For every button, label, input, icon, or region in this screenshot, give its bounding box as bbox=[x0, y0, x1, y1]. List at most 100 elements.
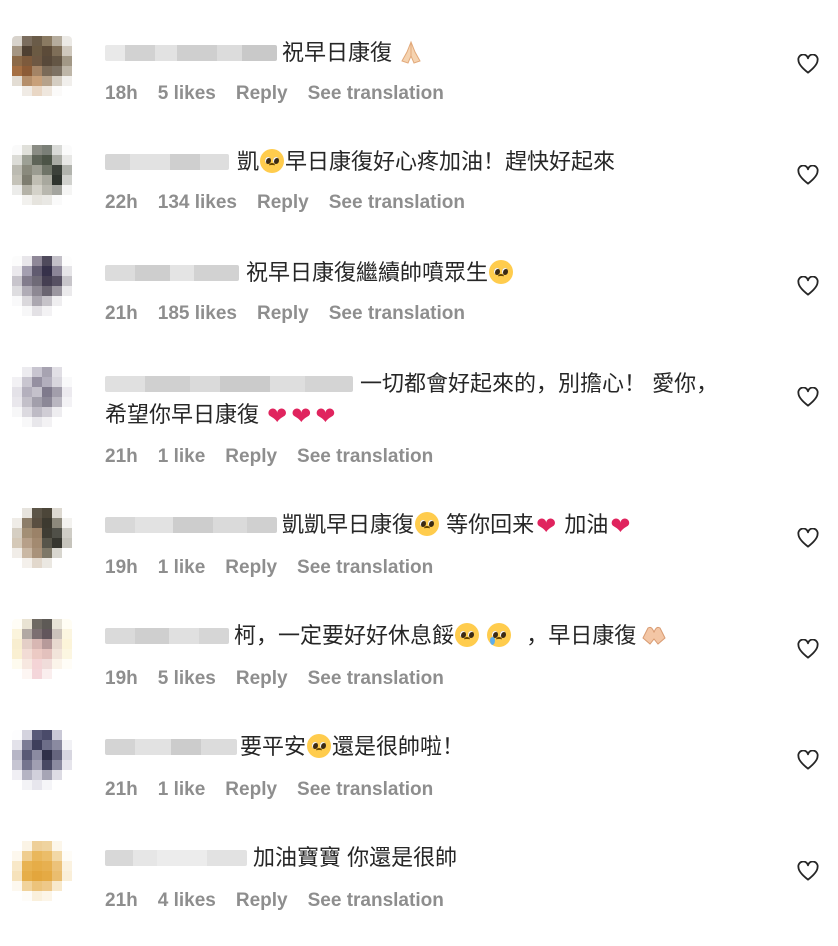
username[interactable] bbox=[105, 376, 353, 392]
comment-meta: 22h 134 likes Reply See translation bbox=[105, 191, 485, 215]
comment-text-main: 要平安 bbox=[240, 734, 307, 759]
heart-outline-icon[interactable] bbox=[797, 639, 819, 659]
comment-meta: 18h 5 likes Reply See translation bbox=[105, 82, 464, 106]
comment-text: 凱早日康復好心疼加油！趕快好起來 bbox=[237, 147, 615, 177]
comment-text-rest: 希望你早日康復 bbox=[105, 402, 260, 427]
reply-button[interactable]: Reply bbox=[236, 889, 288, 913]
reply-button[interactable]: Reply bbox=[236, 667, 288, 691]
see-translation-button[interactable]: See translation bbox=[329, 302, 465, 326]
see-translation-button[interactable]: See translation bbox=[297, 445, 433, 469]
comment-time: 19h bbox=[105, 668, 138, 689]
pleading-face-icon bbox=[489, 260, 514, 284]
pleading-face-icon bbox=[260, 149, 285, 173]
like-count[interactable]: 5 likes bbox=[158, 667, 216, 691]
see-translation-button[interactable]: See translation bbox=[297, 778, 433, 802]
reply-button[interactable]: Reply bbox=[257, 302, 309, 326]
username[interactable] bbox=[105, 628, 229, 644]
avatar[interactable] bbox=[12, 256, 72, 316]
like-count[interactable]: 1 like bbox=[158, 778, 206, 802]
like-count[interactable]: 1 like bbox=[158, 445, 206, 469]
crying-face-icon bbox=[487, 623, 512, 647]
comment-meta: 21h 1 like Reply See translation bbox=[105, 445, 453, 469]
see-translation-button[interactable]: See translation bbox=[329, 191, 465, 215]
comment-text-main: 祝早日康復 bbox=[282, 40, 393, 65]
comment-text-main: 祝早日康復繼續帥噴眾生 bbox=[246, 260, 489, 285]
comment-text-rest: 還是很帥啦！ bbox=[332, 734, 465, 759]
comment-text-main: 凱凱早日康復 bbox=[282, 512, 415, 537]
like-count[interactable]: 5 likes bbox=[158, 82, 216, 106]
like-count[interactable]: 4 likes bbox=[158, 889, 216, 913]
reply-button[interactable]: Reply bbox=[257, 191, 309, 215]
red-heart-icon: ❤ bbox=[536, 512, 557, 540]
red-heart-icon: ❤ bbox=[267, 402, 288, 430]
comment-text: 祝早日康復 bbox=[282, 38, 424, 68]
see-translation-button[interactable]: See translation bbox=[308, 667, 444, 691]
pleading-face-icon bbox=[307, 734, 332, 758]
comment-meta: 21h 4 likes Reply See translation bbox=[105, 889, 464, 913]
username[interactable] bbox=[105, 154, 229, 170]
see-translation-button[interactable]: See translation bbox=[308, 82, 444, 106]
reply-button[interactable]: Reply bbox=[225, 778, 277, 802]
comment-text-rest: 早日康復好心疼加油！趕快好起來 bbox=[285, 149, 616, 174]
see-translation-button[interactable]: See translation bbox=[308, 889, 444, 913]
username[interactable] bbox=[105, 45, 277, 61]
heart-outline-icon[interactable] bbox=[797, 54, 819, 74]
username[interactable] bbox=[105, 517, 277, 533]
username[interactable] bbox=[105, 850, 247, 866]
red-heart-icon: ❤ bbox=[610, 512, 631, 540]
like-count[interactable]: 185 likes bbox=[158, 302, 237, 326]
comment-text: 祝早日康復繼續帥噴眾生 bbox=[246, 258, 514, 288]
comment-time: 18h bbox=[105, 83, 138, 104]
heart-outline-icon[interactable] bbox=[797, 276, 819, 296]
folded-hands-icon bbox=[401, 40, 421, 64]
comment-text-main: 凱 bbox=[237, 149, 260, 174]
comment-time: 19h bbox=[105, 557, 138, 578]
reply-button[interactable]: Reply bbox=[225, 556, 277, 580]
comment-text-line2: 希望你早日康復 ❤ ❤ ❤ bbox=[105, 400, 337, 431]
reply-button[interactable]: Reply bbox=[236, 82, 288, 106]
comment-time: 22h bbox=[105, 192, 138, 213]
avatar[interactable] bbox=[12, 508, 72, 568]
hand-heart-icon bbox=[642, 626, 666, 645]
avatar[interactable] bbox=[12, 841, 72, 901]
comment-meta: 19h 1 like Reply See translation bbox=[105, 556, 453, 580]
comment-time: 21h bbox=[105, 446, 138, 467]
comment-meta: 21h 185 likes Reply See translation bbox=[105, 302, 485, 326]
comment-text-main: 一切都會好起來的，別擔心！ 愛你， bbox=[360, 371, 719, 396]
comment-text-main: 加油寶寶 你還是很帥 bbox=[253, 845, 458, 870]
comment-text: 要平安 還是很帥啦！ bbox=[240, 732, 464, 762]
comment-text-main: 柯，一定要好好休息餒 bbox=[234, 623, 455, 648]
heart-outline-icon[interactable] bbox=[797, 165, 819, 185]
reply-button[interactable]: Reply bbox=[225, 445, 277, 469]
avatar[interactable] bbox=[12, 36, 72, 96]
avatar[interactable] bbox=[12, 367, 72, 427]
username[interactable] bbox=[105, 739, 237, 755]
comment-text: 一切都會好起來的，別擔心！ 愛你， bbox=[360, 369, 718, 399]
comment-meta: 19h 5 likes Reply See translation bbox=[105, 667, 464, 691]
comment-time: 21h bbox=[105, 779, 138, 800]
pleading-face-icon bbox=[455, 623, 480, 647]
comment-meta: 21h 1 like Reply See translation bbox=[105, 778, 453, 802]
see-translation-button[interactable]: See translation bbox=[297, 556, 433, 580]
pleading-face-icon bbox=[415, 512, 440, 536]
heart-outline-icon[interactable] bbox=[797, 861, 819, 881]
avatar[interactable] bbox=[12, 619, 72, 679]
comment-text: 凱凱早日康復 等你回来❤ 加油❤ bbox=[282, 510, 633, 541]
heart-outline-icon[interactable] bbox=[797, 750, 819, 770]
like-count[interactable]: 134 likes bbox=[158, 191, 237, 215]
avatar[interactable] bbox=[12, 145, 72, 205]
red-heart-icon: ❤ bbox=[315, 402, 336, 430]
username[interactable] bbox=[105, 265, 239, 281]
heart-outline-icon[interactable] bbox=[797, 528, 819, 548]
comment-text: 柯，一定要好好休息餒 ，早日康復 bbox=[234, 621, 668, 651]
like-count[interactable]: 1 like bbox=[158, 556, 206, 580]
comment-text-rest: 加油 bbox=[564, 512, 609, 537]
avatar[interactable] bbox=[12, 730, 72, 790]
comment-text-rest: ，早日康復 bbox=[526, 623, 637, 648]
comment-time: 21h bbox=[105, 303, 138, 324]
comment-time: 21h bbox=[105, 890, 138, 911]
heart-outline-icon[interactable] bbox=[797, 387, 819, 407]
comment-text: 加油寶寶 你還是很帥 bbox=[253, 843, 457, 873]
comment-text-mid: 等你回来 bbox=[446, 512, 535, 537]
red-heart-icon: ❤ bbox=[291, 402, 312, 430]
